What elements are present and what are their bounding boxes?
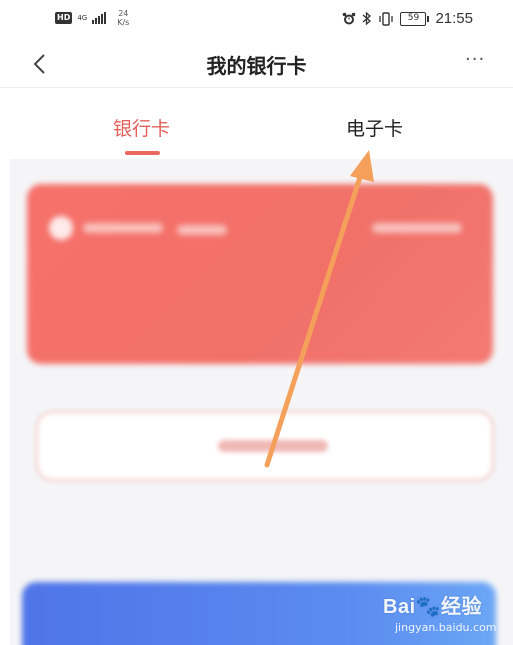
battery-level: 59 — [400, 11, 427, 26]
vibrate-icon — [379, 11, 394, 26]
nav-header: 我的银行卡 ··· — [0, 40, 513, 88]
speed-unit: K/s — [117, 18, 130, 27]
alarm-icon — [343, 12, 356, 24]
status-bar: HD 4G 24 K/s 59 21:55 — [0, 0, 513, 40]
card-list — [10, 159, 513, 645]
tab-e-card[interactable]: 电子卡 — [346, 114, 403, 141]
more-button[interactable]: ··· — [465, 51, 491, 70]
battery-icon: 59 — [400, 11, 430, 26]
add-card-label-blurred — [218, 440, 328, 452]
watermark-brand: Bai🐾经验 — [383, 596, 483, 618]
bluetooth-icon — [363, 11, 372, 26]
tab-bar: 银行卡 电子卡 — [10, 89, 513, 159]
signal-icon — [92, 12, 107, 24]
speed-value: 24 — [118, 9, 129, 18]
bank-name-blurred — [83, 223, 163, 233]
active-tab-indicator — [125, 151, 160, 155]
card-number-blurred — [372, 223, 462, 233]
add-card-button[interactable] — [36, 411, 494, 481]
network-speed: 24 K/s — [117, 9, 129, 27]
clock: 21:55 — [435, 10, 473, 27]
watermark: Bai🐾经验 jingyan.baidu.com — [383, 590, 503, 640]
page-title: 我的银行卡 — [206, 54, 307, 78]
watermark-url: jingyan.baidu.com — [395, 621, 497, 634]
hd-badge: HD — [55, 12, 73, 24]
bank-card[interactable] — [27, 184, 493, 364]
bank-logo-icon — [49, 216, 73, 240]
network-type: 4G — [77, 14, 88, 22]
card-type-blurred — [177, 225, 227, 235]
status-left: HD 4G 24 K/s — [55, 9, 129, 27]
status-right: 59 21:55 — [342, 10, 473, 27]
tab-bank-card[interactable]: 银行卡 — [113, 114, 170, 141]
